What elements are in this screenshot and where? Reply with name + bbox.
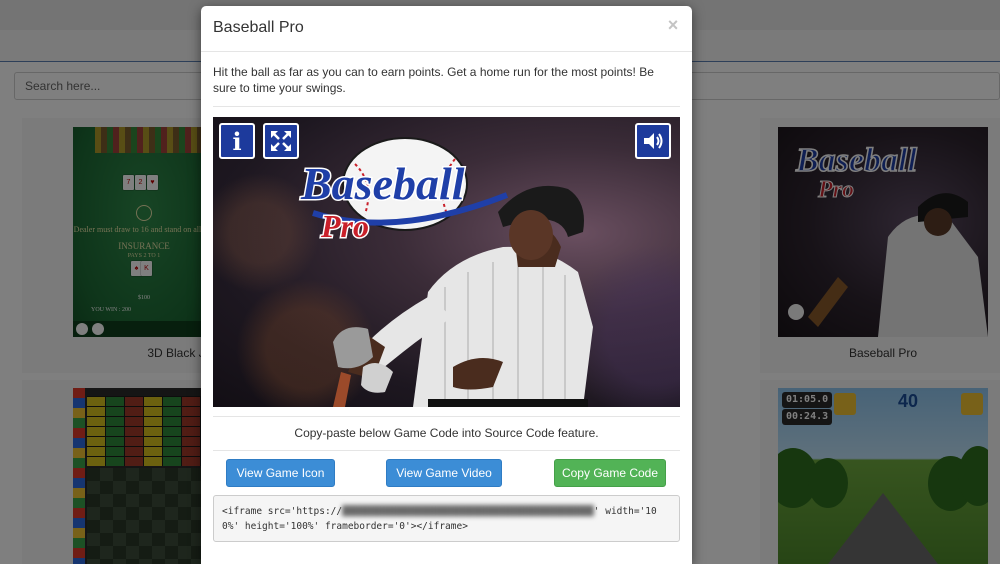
fullscreen-button[interactable] [263, 123, 299, 159]
info-button[interactable]: i [219, 123, 255, 159]
view-game-video-button[interactable]: View Game Video [386, 459, 502, 487]
game-details-modal: Baseball Pro × Hit the ball as far as yo… [201, 6, 692, 564]
speaker-icon [644, 133, 663, 149]
modal-title: Baseball Pro [213, 19, 304, 36]
code-url-redacted: ████████████████████████████████████████… [342, 506, 594, 517]
logo-text: Baseball [300, 158, 465, 209]
copy-game-code-button[interactable]: Copy Game Code [554, 459, 666, 487]
sound-button[interactable] [635, 123, 671, 159]
code-prefix: <iframe src='https:// [222, 506, 343, 517]
fullscreen-icon [271, 131, 291, 151]
copy-instruction: Copy-paste below Game Code into Source C… [294, 426, 599, 440]
game-preview-image[interactable]: Baseball Pro i [213, 117, 680, 407]
divider [213, 450, 680, 451]
info-icon: i [232, 126, 242, 156]
game-code-box[interactable]: <iframe src='https://███████████████████… [213, 495, 680, 542]
divider [213, 106, 680, 107]
divider [213, 416, 680, 417]
baseball-pro-logo: Baseball Pro [299, 137, 509, 246]
close-button[interactable]: × [666, 15, 680, 35]
game-description: Hit the ball as far as you can to earn p… [213, 65, 654, 95]
modal-header: Baseball Pro × [201, 6, 692, 52]
view-game-icon-button[interactable]: View Game Icon [226, 459, 335, 487]
logo-text: Pro [320, 208, 369, 244]
